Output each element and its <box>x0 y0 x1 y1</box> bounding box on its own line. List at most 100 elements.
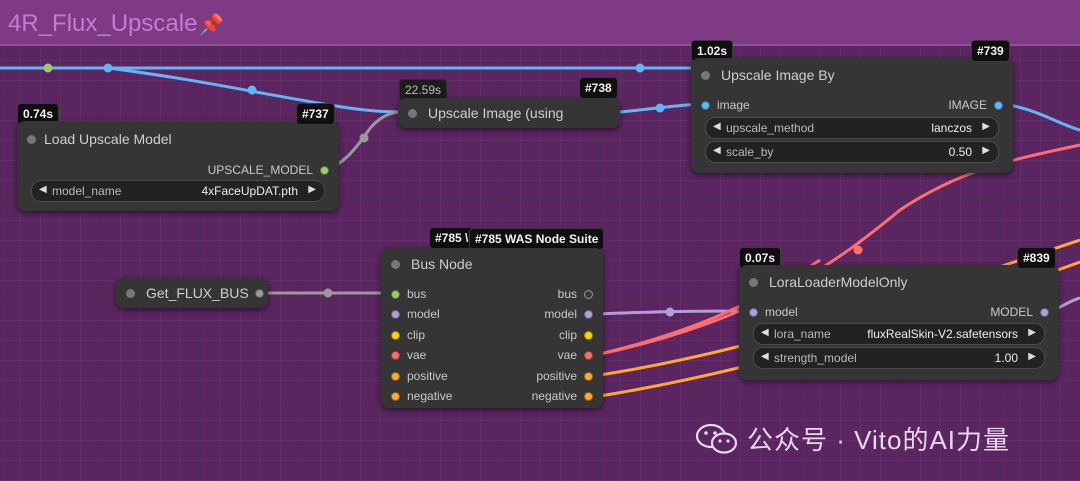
upscale-method-combo[interactable]: ◀ upscale_method lanczos ▶ <box>705 117 999 139</box>
slot-dot[interactable] <box>584 331 593 341</box>
model-name-combo[interactable]: ◀ model_name 4xFaceUpDAT.pth ▶ <box>31 180 325 202</box>
reroute-point <box>853 245 863 255</box>
collapse-dot[interactable] <box>408 109 417 118</box>
slot-dot[interactable] <box>701 101 710 111</box>
input-slot-negative[interactable]: negative <box>391 389 452 403</box>
input-slot-vae[interactable]: vae <box>391 348 426 362</box>
output-slot-model[interactable]: MODEL <box>990 305 1049 319</box>
arrow-left-icon[interactable]: ◀ <box>713 145 721 156</box>
reroute-point <box>43 63 53 73</box>
scale-by-number[interactable]: ◀ scale_by 0.50 ▶ <box>705 141 999 163</box>
slot-label: model <box>765 305 798 319</box>
widget-value: 1.00 <box>994 351 1018 365</box>
node-title: Upscale Image By <box>721 67 835 83</box>
get-flux-bus-node[interactable]: Get_FLUX_BUS <box>116 278 268 308</box>
wechat-icon <box>695 423 738 454</box>
node-id-badge: #738 <box>579 77 618 99</box>
arrow-right-icon[interactable]: ▶ <box>1028 327 1036 338</box>
slot-label: bus <box>557 287 577 301</box>
slot-dot[interactable] <box>584 310 593 320</box>
slot-label: IMAGE <box>948 98 987 112</box>
slot-dot[interactable] <box>749 308 758 318</box>
slot-dot[interactable] <box>320 166 329 176</box>
widget-name: model_name <box>52 184 122 198</box>
output-slot-vae[interactable]: vae <box>558 348 593 362</box>
slot-dot[interactable] <box>584 351 593 361</box>
slot-dot[interactable] <box>584 290 593 300</box>
slot-dot[interactable] <box>391 372 400 382</box>
arrow-left-icon[interactable]: ◀ <box>761 351 769 362</box>
node-id-badge: #739 <box>971 40 1010 62</box>
slot-dot[interactable] <box>391 331 400 341</box>
node-title: Upscale Image (using <box>428 105 564 121</box>
lora-loader-model-only-node[interactable]: LoraLoaderModelOnly model MODEL ◀ lora_n… <box>739 265 1059 380</box>
arrow-right-icon[interactable]: ▶ <box>982 145 990 156</box>
node-id-badge: #839 <box>1017 247 1056 269</box>
collapse-dot[interactable] <box>391 260 400 269</box>
input-slot-clip[interactable]: clip <box>391 328 425 342</box>
output-slot-positive[interactable]: positive <box>536 369 593 383</box>
collapse-dot[interactable] <box>126 289 135 298</box>
slot-label: vae <box>407 348 427 362</box>
output-slot-upscale-model[interactable]: UPSCALE_MODEL <box>208 163 329 177</box>
output-slot-model[interactable]: model <box>544 307 593 321</box>
slot-label: positive <box>407 369 448 383</box>
image-wire <box>1003 102 1080 132</box>
output-slot-image[interactable]: IMAGE <box>948 98 1003 112</box>
widget-name: scale_by <box>726 145 774 159</box>
slot-dot[interactable] <box>391 392 400 402</box>
node-source-badge: #785 WAS Node Suite <box>469 228 605 250</box>
slot-dot[interactable] <box>994 101 1003 111</box>
slot-label: negative <box>407 389 453 403</box>
slot-dot[interactable] <box>584 392 593 402</box>
bus-node[interactable]: Bus Node bus model clip vae positive neg… <box>381 248 603 408</box>
load-upscale-model-node[interactable]: Load Upscale Model UPSCALE_MODEL ◀ model… <box>17 121 339 211</box>
widget-value: lanczos <box>931 121 972 135</box>
slot-dot[interactable] <box>391 290 400 300</box>
reroute-point <box>247 85 257 95</box>
input-slot-bus[interactable]: bus <box>391 287 426 301</box>
slot-dot[interactable] <box>391 351 400 361</box>
slot-label: negative <box>531 389 577 403</box>
output-slot-dot[interactable] <box>255 289 264 298</box>
slot-label: bus <box>407 287 427 301</box>
node-id-badge: #785 \ <box>429 227 475 249</box>
upscale-image-by-node[interactable]: Upscale Image By image IMAGE ◀ upscale_m… <box>691 58 1013 173</box>
lora-name-combo[interactable]: ◀ lora_name fluxRealSkin-V2.safetensors … <box>753 323 1045 345</box>
input-slot-positive[interactable]: positive <box>391 369 448 383</box>
slot-label: MODEL <box>990 305 1033 319</box>
collapse-dot[interactable] <box>701 71 710 80</box>
slot-label: clip <box>558 328 577 342</box>
input-slot-image[interactable]: image <box>701 98 750 112</box>
strength-model-number[interactable]: ◀ strength_model 1.00 ▶ <box>753 347 1045 369</box>
slot-dot[interactable] <box>1040 308 1049 318</box>
arrow-right-icon[interactable]: ▶ <box>982 121 990 132</box>
input-slot-model[interactable]: model <box>749 305 798 319</box>
slot-label: vae <box>557 348 577 362</box>
arrow-left-icon[interactable]: ◀ <box>713 121 721 132</box>
image-wire <box>107 66 411 114</box>
upscale-image-using-node[interactable]: Upscale Image (using <box>398 98 620 128</box>
slot-label: clip <box>407 328 426 342</box>
watermark-text: 公众号 · Vito的AI力量 <box>747 425 1011 455</box>
output-slot-negative[interactable]: negative <box>532 389 593 403</box>
widget-name: upscale_method <box>726 121 815 135</box>
widget-name: lora_name <box>774 327 831 341</box>
output-slot-bus[interactable]: bus <box>558 287 593 301</box>
arrow-right-icon[interactable]: ▶ <box>308 184 316 195</box>
input-slot-model[interactable]: model <box>391 307 440 321</box>
arrow-left-icon[interactable]: ◀ <box>39 184 47 195</box>
collapse-dot[interactable] <box>27 135 36 144</box>
arrow-left-icon[interactable]: ◀ <box>761 327 769 338</box>
reroute-point <box>103 63 113 73</box>
slot-label: model <box>407 307 440 321</box>
slot-dot[interactable] <box>584 372 593 382</box>
collapse-dot[interactable] <box>749 278 758 287</box>
node-title: Load Upscale Model <box>44 131 172 147</box>
slot-dot[interactable] <box>391 310 400 320</box>
slot-label: model <box>544 307 577 321</box>
arrow-right-icon[interactable]: ▶ <box>1028 351 1036 362</box>
reroute-point <box>359 133 369 143</box>
output-slot-clip[interactable]: clip <box>559 328 593 342</box>
slot-label: image <box>717 98 750 112</box>
